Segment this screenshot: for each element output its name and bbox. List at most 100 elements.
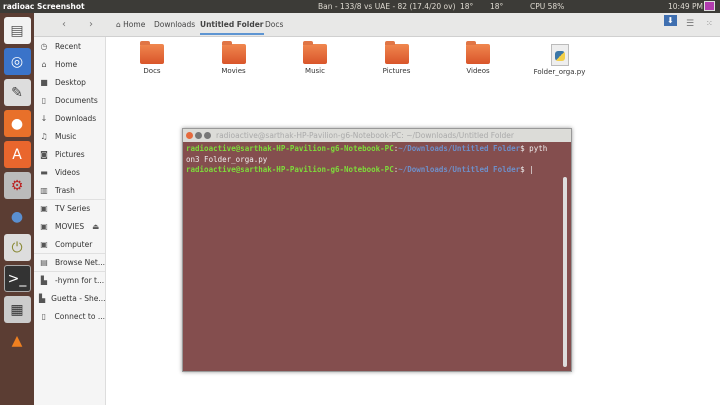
breadcrumb-untitled-folder[interactable]: Untitled Folder (200, 20, 264, 35)
sidebar-item-label: Browse Net... (54, 258, 105, 267)
sidebar-item-label: Downloads (55, 113, 97, 123)
place-icon: ▣ (40, 239, 48, 249)
sidebar-item-label: Desktop (55, 77, 86, 87)
software-center-icon[interactable]: A (3, 141, 31, 168)
cricket-score-indicator[interactable]: Ban - 133/8 vs UAE - 82 (17.4/20 ov) (318, 2, 456, 11)
sidebar-item-desktop[interactable]: ■ Desktop (34, 73, 105, 91)
folder-icon (466, 41, 490, 64)
calculator-icon[interactable]: ▦ (3, 296, 31, 323)
breadcrumb-home[interactable]: ⌂ Home (116, 20, 145, 29)
file-item[interactable]: Music (285, 41, 345, 75)
file-item[interactable]: Pictures (367, 41, 427, 75)
place-icon: ■ (40, 77, 48, 87)
place-icon: ▯ (41, 311, 46, 321)
sidebar-item-label: Home (55, 59, 78, 69)
file-name: Music (305, 67, 325, 75)
sidebar-item-browse-net[interactable]: ▤ Browse Net... (34, 253, 105, 271)
chromium-icon[interactable]: ◎ (3, 48, 31, 75)
back-button[interactable]: ‹ (62, 19, 66, 30)
terminal-output[interactable]: radioactive@sarthak-HP-Pavilion-g6-Noteb… (183, 142, 571, 178)
sidebar-item-label: Music (55, 131, 77, 141)
sidebar-item-label: Videos (55, 167, 80, 177)
sidebar-item-label: -hymn for t... (55, 276, 105, 285)
sidebar-item-pictures[interactable]: ◙ Pictures (34, 145, 105, 163)
eject-icon[interactable]: ⏏ (92, 222, 99, 231)
place-icon: ▤ (40, 258, 48, 267)
firefox-icon[interactable]: ● (3, 110, 31, 137)
sidebar-item-recent[interactable]: ◷ Recent (34, 37, 105, 55)
breadcrumb-downloads[interactable]: Downloads (154, 20, 195, 29)
prompt-user: radioactive@sarthak-HP-Pavilion-g6-Noteb… (186, 144, 394, 153)
command-cont: on3 Folder_orga.py (186, 154, 268, 164)
prompt-user: radioactive@sarthak-HP-Pavilion-g6-Noteb… (186, 165, 394, 174)
sidebar-item-label: Pictures (55, 149, 85, 159)
file-item[interactable]: Folder_orga.py (530, 44, 590, 76)
sidebar-item-movies[interactable]: ▣ MOVIES ⏏ (34, 217, 105, 235)
terminal-titlebar[interactable]: radioactive@sarthak-HP-Pavilion-g6-Noteb… (183, 129, 571, 142)
command: $ pyth (520, 144, 548, 153)
minimize-icon[interactable] (195, 132, 202, 139)
folder-icon (140, 41, 164, 64)
place-icon: ♫ (40, 131, 48, 141)
sidebar-item-music[interactable]: ♫ Music (34, 127, 105, 145)
sidebar-item-documents[interactable]: ▯ Documents (34, 91, 105, 109)
sidebar-item-computer[interactable]: ▣ Computer (34, 235, 105, 253)
weather-indicator-2[interactable]: 18° (490, 2, 503, 11)
file-name: Movies (221, 67, 246, 75)
place-icon: ◷ (40, 41, 48, 51)
prompt-cursor: $ | (520, 165, 534, 174)
forward-button[interactable]: › (89, 19, 93, 30)
sidebar-item-label: MOVIES (55, 221, 85, 231)
sidebar-item-label: TV Series (55, 204, 91, 213)
file-name: Folder_orga.py (533, 68, 586, 76)
breadcrumb-docs[interactable]: Docs (265, 20, 283, 29)
search-button[interactable]: ⬇ (664, 15, 677, 26)
cpu-indicator[interactable]: CPU 58% (530, 2, 564, 11)
system-menu-icon[interactable] (704, 1, 715, 11)
sidebar-item-label: Connect to ... (54, 311, 105, 321)
vlc-icon[interactable]: ▲ (4, 327, 31, 354)
sidebar-item-videos[interactable]: ▬ Videos (34, 163, 105, 181)
prompt-path: ~/Downloads/Untitled Folder (398, 165, 521, 174)
power-icon[interactable]: ⏻ (3, 234, 31, 261)
list-view-button[interactable]: ☰ (686, 19, 694, 29)
place-icon: ↓ (40, 113, 48, 123)
sidebar-item-home[interactable]: ⌂ Home (34, 55, 105, 73)
place-icon: ▙ (39, 293, 46, 303)
folder-icon (384, 41, 409, 64)
place-icon: ◙ (40, 149, 48, 159)
file-name: Docs (143, 67, 161, 75)
sidebar-item-guetta-she[interactable]: ▙ Guetta - She... (34, 289, 105, 307)
maximize-icon[interactable] (204, 132, 211, 139)
file-item[interactable]: Videos (448, 41, 508, 75)
file-item[interactable]: Movies (204, 41, 264, 75)
sidebar-item-tv-series[interactable]: ▣ TV Series (34, 199, 105, 217)
place-icon: ▙ (40, 276, 48, 285)
places-sidebar: ◷ Recent ⌂ Home ■ Desktop ▯ Documents ↓ Downloads… (34, 37, 106, 405)
sidebar-item-hymn-for-t[interactable]: ▙ -hymn for t... (34, 271, 105, 289)
settings-icon[interactable]: ⚙ (3, 172, 31, 199)
place-icon: ⌂ (41, 59, 47, 69)
sidebar-item-connect-to[interactable]: ▯ Connect to ... (34, 307, 105, 325)
sidebar-item-label: Recent (55, 41, 81, 51)
sidebar-item-downloads[interactable]: ↓ Downloads (34, 109, 105, 127)
sidebar-item-label: Trash (55, 185, 75, 195)
text-editor-icon[interactable]: ✎ (3, 79, 31, 106)
terminal-window[interactable]: radioactive@sarthak-HP-Pavilion-g6-Noteb… (182, 128, 572, 372)
weather-indicator[interactable]: 18° (460, 2, 473, 11)
sidebar-item-label: Documents (55, 95, 98, 105)
drop-icon[interactable]: ● (4, 203, 31, 230)
file-item[interactable]: Docs (122, 41, 182, 75)
close-icon[interactable] (186, 132, 193, 139)
folder-icon (221, 41, 246, 64)
clock[interactable]: 10:49 PM (668, 2, 703, 11)
files-icon[interactable]: ▤ (3, 17, 31, 44)
terminal-scrollbar[interactable] (563, 177, 567, 367)
top-panel: radioac Screenshot Ban - 133/8 vs UAE - … (0, 0, 720, 13)
grid-view-button[interactable]: ⁙ (706, 19, 713, 28)
sidebar-item-trash[interactable]: ▥ Trash (34, 181, 105, 199)
terminal-icon[interactable]: >_ (3, 265, 31, 292)
breadcrumb-home-label: Home (123, 20, 146, 29)
launcher: ▤ ◎ ✎ ● A ⚙ ● ⏻ >_ ▦ ▲ (0, 13, 34, 405)
prompt-path: ~/Downloads/Untitled Folder (398, 144, 521, 153)
